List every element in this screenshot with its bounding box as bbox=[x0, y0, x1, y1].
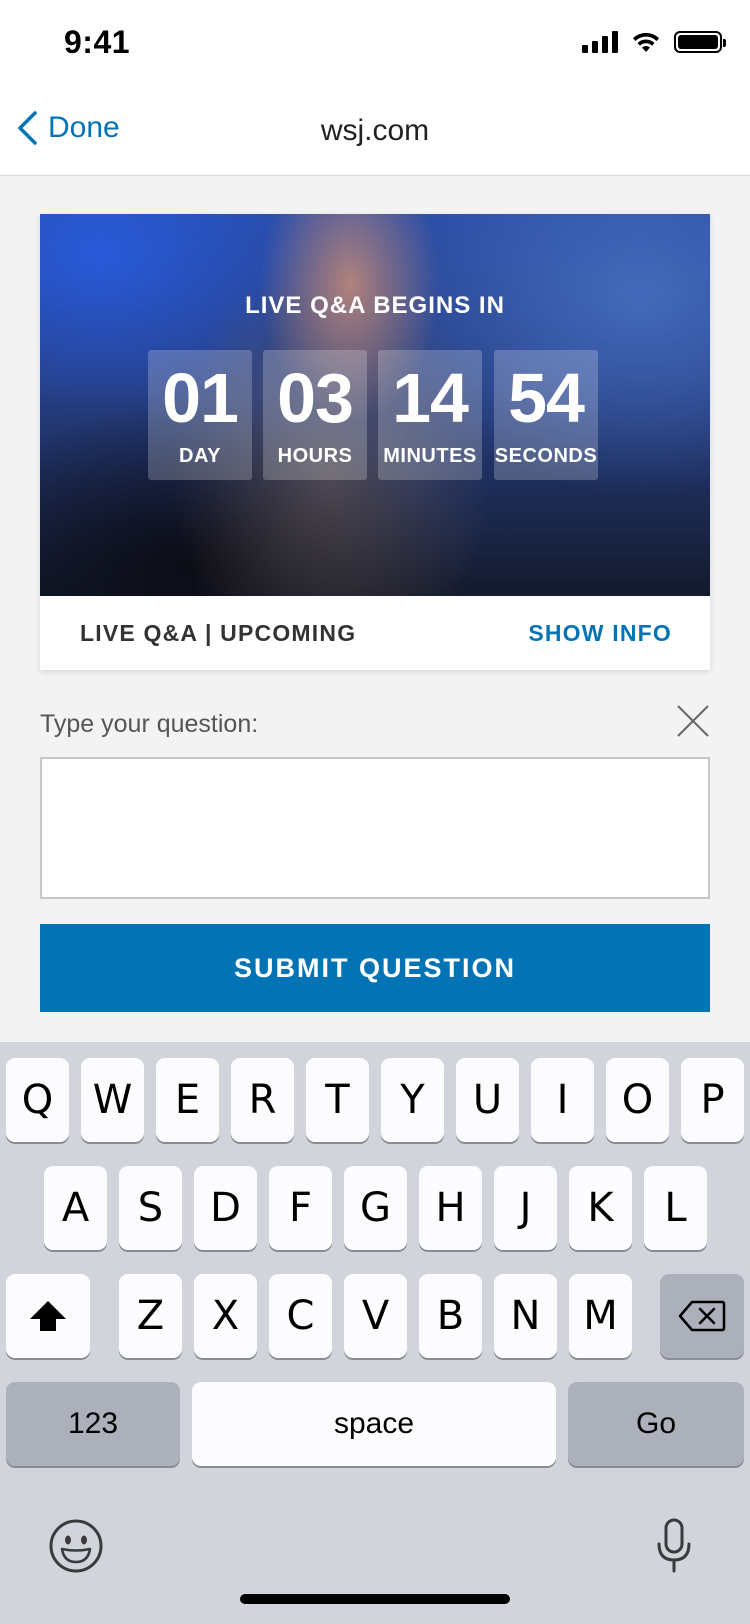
home-indicator bbox=[240, 1594, 510, 1604]
key-g[interactable]: G bbox=[344, 1166, 407, 1250]
key-w[interactable]: W bbox=[81, 1058, 144, 1142]
countdown-caption: LIVE Q&A BEGINS IN bbox=[245, 292, 505, 319]
key-k[interactable]: K bbox=[569, 1166, 632, 1250]
key-v[interactable]: V bbox=[344, 1274, 407, 1358]
countdown-value: 01 bbox=[162, 359, 239, 437]
key-b[interactable]: B bbox=[419, 1274, 482, 1358]
key-u[interactable]: U bbox=[456, 1058, 519, 1142]
countdown-unit: DAY bbox=[179, 445, 221, 467]
status-icons bbox=[582, 30, 726, 54]
live-qa-card: LIVE Q&A BEGINS IN 01 DAY 03 HOURS 14 MI… bbox=[40, 214, 710, 670]
status-time: 9:41 bbox=[64, 24, 131, 60]
key-n[interactable]: N bbox=[494, 1274, 557, 1358]
countdown-unit: MINUTES bbox=[383, 445, 477, 467]
key-o[interactable]: O bbox=[606, 1058, 669, 1142]
key-j[interactable]: J bbox=[494, 1166, 557, 1250]
key-s[interactable]: S bbox=[119, 1166, 182, 1250]
question-label: Type your question: bbox=[40, 710, 259, 738]
delete-icon bbox=[678, 1300, 726, 1332]
key-d[interactable]: D bbox=[194, 1166, 257, 1250]
key-m[interactable]: M bbox=[569, 1274, 632, 1358]
key-r[interactable]: R bbox=[231, 1058, 294, 1142]
key-i[interactable]: I bbox=[531, 1058, 594, 1142]
space-key[interactable]: space bbox=[192, 1382, 556, 1466]
question-input[interactable] bbox=[40, 757, 710, 899]
shift-key[interactable] bbox=[6, 1274, 90, 1358]
countdown-unit: SECONDS bbox=[494, 445, 598, 467]
card-footer: LIVE Q&A | UPCOMING SHOW INFO bbox=[40, 596, 710, 670]
numbers-key[interactable]: 123 bbox=[6, 1382, 180, 1466]
countdown-hero: LIVE Q&A BEGINS IN 01 DAY 03 HOURS 14 MI… bbox=[40, 214, 710, 596]
browser-nav-bar: Done wsj.com bbox=[0, 88, 750, 176]
countdown-value: 14 bbox=[392, 359, 469, 437]
key-l[interactable]: L bbox=[644, 1166, 707, 1250]
countdown-hours: 03 HOURS bbox=[263, 350, 367, 480]
key-x[interactable]: X bbox=[194, 1274, 257, 1358]
submit-question-button[interactable]: SUBMIT QUESTION bbox=[40, 924, 710, 1012]
key-p[interactable]: P bbox=[681, 1058, 744, 1142]
backspace-key[interactable] bbox=[660, 1274, 744, 1358]
event-status-label: LIVE Q&A | UPCOMING bbox=[80, 620, 357, 646]
key-h[interactable]: H bbox=[419, 1166, 482, 1250]
microphone-icon[interactable] bbox=[656, 1518, 692, 1574]
countdown-value: 54 bbox=[508, 359, 585, 437]
countdown-seconds: 54 SECONDS bbox=[494, 350, 598, 480]
show-info-link[interactable]: SHOW INFO bbox=[528, 620, 672, 647]
page-title: wsj.com bbox=[320, 114, 430, 147]
close-icon[interactable] bbox=[676, 704, 710, 738]
key-y[interactable]: Y bbox=[381, 1058, 444, 1142]
wifi-icon bbox=[633, 32, 659, 52]
countdown-unit: HOURS bbox=[277, 445, 353, 467]
onscreen-keyboard: Q W E R T Y U I O P A S D F G H J K L Z … bbox=[0, 1042, 750, 1624]
key-q[interactable]: Q bbox=[6, 1058, 69, 1142]
emoji-icon[interactable] bbox=[48, 1518, 104, 1574]
countdown-value: 03 bbox=[277, 359, 354, 437]
battery-icon bbox=[674, 31, 726, 53]
shift-arrow-icon bbox=[30, 1301, 66, 1331]
key-z[interactable]: Z bbox=[119, 1274, 182, 1358]
countdown-minutes: 14 MINUTES bbox=[378, 350, 482, 480]
key-t[interactable]: T bbox=[306, 1058, 369, 1142]
key-c[interactable]: C bbox=[269, 1274, 332, 1358]
countdown-timer: 01 DAY 03 HOURS 14 MINUTES 54 SECONDS bbox=[148, 350, 598, 480]
key-e[interactable]: E bbox=[156, 1058, 219, 1142]
cellular-signal-icon bbox=[582, 31, 618, 53]
countdown-days: 01 DAY bbox=[148, 350, 252, 480]
key-a[interactable]: A bbox=[44, 1166, 107, 1250]
key-f[interactable]: F bbox=[269, 1166, 332, 1250]
go-key[interactable]: Go bbox=[568, 1382, 744, 1466]
status-bar: 9:41 bbox=[0, 0, 750, 88]
